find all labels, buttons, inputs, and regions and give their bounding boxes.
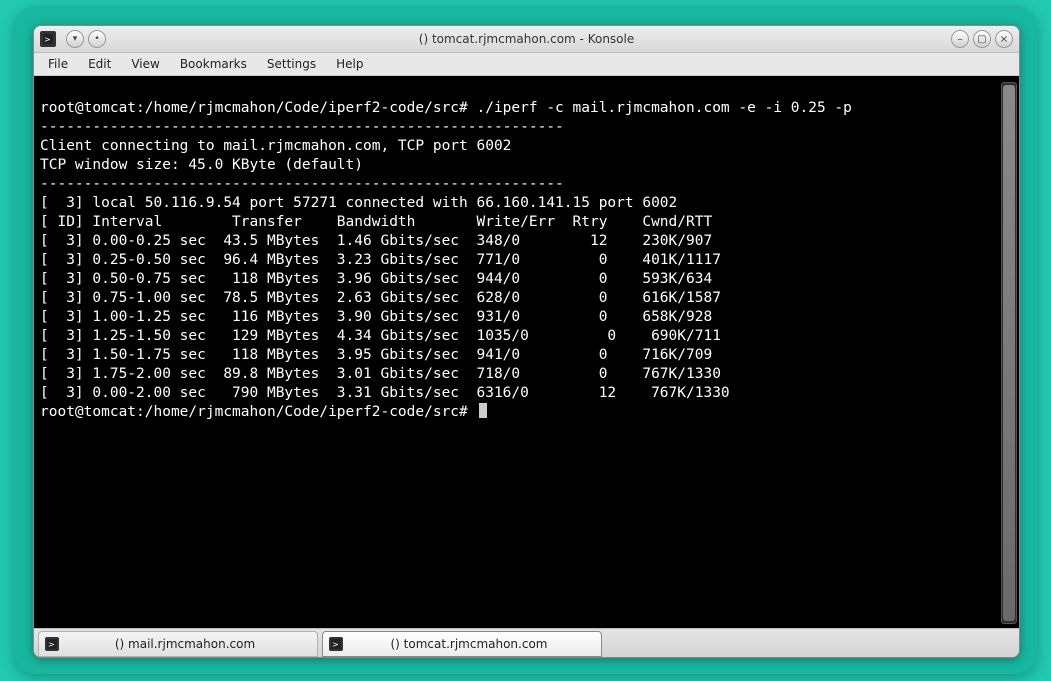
scrollbar-thumb[interactable] bbox=[1003, 85, 1015, 621]
tab-label: () tomcat.rjmcmahon.com bbox=[351, 637, 587, 651]
terminal-line: TCP window size: 45.0 KByte (default) bbox=[40, 157, 363, 173]
terminal-icon: > bbox=[45, 637, 59, 651]
close-button[interactable]: × bbox=[995, 30, 1013, 48]
menu-file[interactable]: File bbox=[38, 55, 78, 73]
titlebar-menu-button[interactable]: ▾ bbox=[66, 30, 84, 48]
app-icon: > bbox=[40, 31, 56, 47]
menu-view[interactable]: View bbox=[121, 55, 169, 73]
menubar: File Edit View Bookmarks Settings Help bbox=[34, 53, 1019, 76]
maximize-button[interactable]: ▢ bbox=[973, 30, 991, 48]
titlebar-pin-button[interactable]: • bbox=[88, 30, 106, 48]
tab-mail[interactable]: > () mail.rjmcmahon.com bbox=[38, 631, 318, 657]
terminal-line: [ 3] 0.25-0.50 sec 96.4 MBytes 3.23 Gbit… bbox=[40, 252, 721, 268]
tabbar: > () mail.rjmcmahon.com > () tomcat.rjmc… bbox=[34, 628, 1019, 657]
terminal-line: [ 3] local 50.116.9.54 port 57271 connec… bbox=[40, 195, 677, 211]
menu-bookmarks[interactable]: Bookmarks bbox=[170, 55, 257, 73]
terminal-prompt: root@tomcat:/home/rjmcmahon/Code/iperf2-… bbox=[40, 404, 477, 420]
svg-text:>: > bbox=[332, 640, 339, 649]
window-title: () tomcat.rjmcmahon.com - Konsole bbox=[419, 32, 634, 46]
terminal-line: [ 3] 1.50-1.75 sec 118 MBytes 3.95 Gbits… bbox=[40, 347, 712, 363]
menu-edit[interactable]: Edit bbox=[78, 55, 121, 73]
svg-text:>: > bbox=[48, 640, 55, 649]
terminal-line: [ 3] 1.00-1.25 sec 116 MBytes 3.90 Gbits… bbox=[40, 309, 712, 325]
terminal-icon: > bbox=[329, 637, 343, 651]
terminal-scrollbar[interactable] bbox=[1001, 82, 1017, 624]
terminal-line: [ 3] 1.75-2.00 sec 89.8 MBytes 3.01 Gbit… bbox=[40, 366, 721, 382]
menu-settings[interactable]: Settings bbox=[257, 55, 326, 73]
terminal-line: [ 3] 0.75-1.00 sec 78.5 MBytes 2.63 Gbit… bbox=[40, 290, 721, 306]
terminal-viewport[interactable]: root@tomcat:/home/rjmcmahon/Code/iperf2-… bbox=[34, 76, 1019, 628]
minimize-button[interactable]: – bbox=[951, 30, 969, 48]
terminal-line: ----------------------------------------… bbox=[40, 119, 564, 135]
terminal-line: [ 3] 0.00-0.25 sec 43.5 MBytes 1.46 Gbit… bbox=[40, 233, 712, 249]
terminal-cursor-icon bbox=[479, 403, 487, 418]
terminal-line: root@tomcat:/home/rjmcmahon/Code/iperf2-… bbox=[40, 100, 861, 116]
terminal-line: [ 3] 0.50-0.75 sec 118 MBytes 3.96 Gbits… bbox=[40, 271, 712, 287]
terminal-line: [ ID] Interval Transfer Bandwidth Write/… bbox=[40, 214, 712, 230]
tab-tomcat[interactable]: > () tomcat.rjmcmahon.com bbox=[322, 631, 602, 657]
terminal-line: Client connecting to mail.rjmcmahon.com,… bbox=[40, 138, 511, 154]
titlebar[interactable]: > ▾ • () tomcat.rjmcmahon.com - Konsole … bbox=[34, 26, 1019, 53]
konsole-window: > ▾ • () tomcat.rjmcmahon.com - Konsole … bbox=[33, 25, 1020, 658]
terminal-line: ----------------------------------------… bbox=[40, 176, 564, 192]
menu-help[interactable]: Help bbox=[326, 55, 373, 73]
tab-label: () mail.rjmcmahon.com bbox=[67, 637, 303, 651]
svg-text:>: > bbox=[44, 35, 51, 44]
terminal-line: [ 3] 1.25-1.50 sec 129 MBytes 4.34 Gbits… bbox=[40, 328, 721, 344]
terminal-prompt-line: root@tomcat:/home/rjmcmahon/Code/iperf2-… bbox=[40, 404, 487, 420]
terminal-line: [ 3] 0.00-2.00 sec 790 MBytes 3.31 Gbits… bbox=[40, 385, 730, 401]
